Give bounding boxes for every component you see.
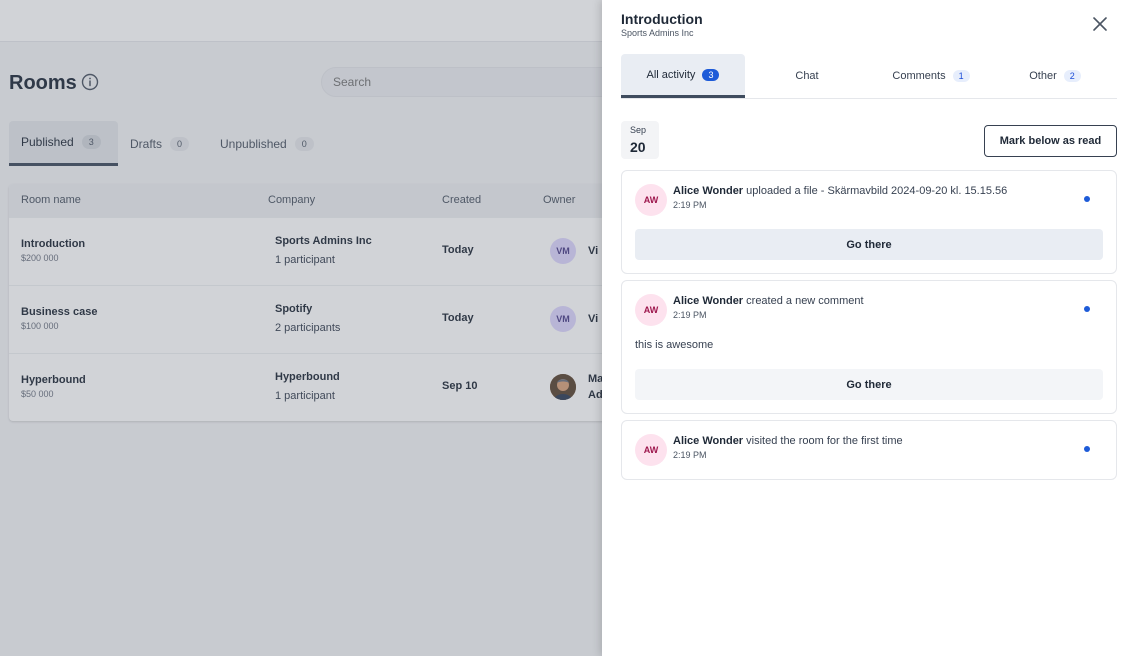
close-icon[interactable] <box>1090 14 1110 34</box>
date-month: Sep <box>630 125 647 135</box>
activity-card: AW Alice Wonder created a new comment 2:… <box>621 280 1117 414</box>
activity-time: 2:19 PM <box>673 310 707 320</box>
tab-label: Chat <box>795 70 819 82</box>
tab-comments[interactable]: Comments 1 <box>869 54 993 98</box>
activity-text: Alice Wonder created a new comment <box>673 295 864 307</box>
activity-card: AW Alice Wonder visited the room for the… <box>621 420 1117 480</box>
comment-text: this is awesome <box>635 339 714 351</box>
activity-time: 2:19 PM <box>673 200 707 210</box>
date-marker: Sep 20 <box>621 121 659 159</box>
tab-label: Other <box>1029 70 1057 82</box>
activity-time: 2:19 PM <box>673 450 707 460</box>
mark-as-read-button[interactable]: Mark below as read <box>984 125 1117 157</box>
tab-other[interactable]: Other 2 <box>993 54 1117 98</box>
activity-action: uploaded a file - Skärmavbild 2024-09-20… <box>743 185 1008 197</box>
activity-user: Alice Wonder <box>673 185 744 197</box>
unread-dot-icon <box>1084 446 1090 452</box>
activity-text: Alice Wonder visited the room for the fi… <box>673 435 903 447</box>
tab-all-activity[interactable]: All activity 3 <box>621 54 745 98</box>
activity-text: Alice Wonder uploaded a file - Skärmavbi… <box>673 185 1007 197</box>
activity-action: visited the room for the first time <box>743 435 903 447</box>
tab-label: All activity <box>646 68 696 81</box>
tab-count-badge: 2 <box>1063 70 1081 82</box>
activity-tabs: All activity 3 Chat Comments 1 Other 2 <box>621 54 1117 99</box>
unread-dot-icon <box>1084 306 1090 312</box>
user-avatar: AW <box>635 184 667 216</box>
tab-count-badge: 1 <box>952 70 970 82</box>
drawer-title: Introduction <box>621 11 703 27</box>
tab-chat[interactable]: Chat <box>745 54 869 98</box>
activity-user: Alice Wonder <box>673 435 744 447</box>
activity-card: AW Alice Wonder uploaded a file - Skärma… <box>621 170 1117 274</box>
date-day: 20 <box>630 139 646 155</box>
user-avatar: AW <box>635 434 667 466</box>
activity-drawer: Introduction Sports Admins Inc All activ… <box>602 0 1132 656</box>
user-avatar: AW <box>635 294 667 326</box>
activity-action: created a new comment <box>743 295 864 307</box>
tab-label: Comments <box>892 70 946 82</box>
go-there-button[interactable]: Go there <box>635 369 1103 400</box>
drawer-subtitle: Sports Admins Inc <box>621 28 694 38</box>
tab-count-badge: 3 <box>702 68 720 81</box>
go-there-button[interactable]: Go there <box>635 229 1103 260</box>
activity-user: Alice Wonder <box>673 295 744 307</box>
unread-dot-icon <box>1084 196 1090 202</box>
